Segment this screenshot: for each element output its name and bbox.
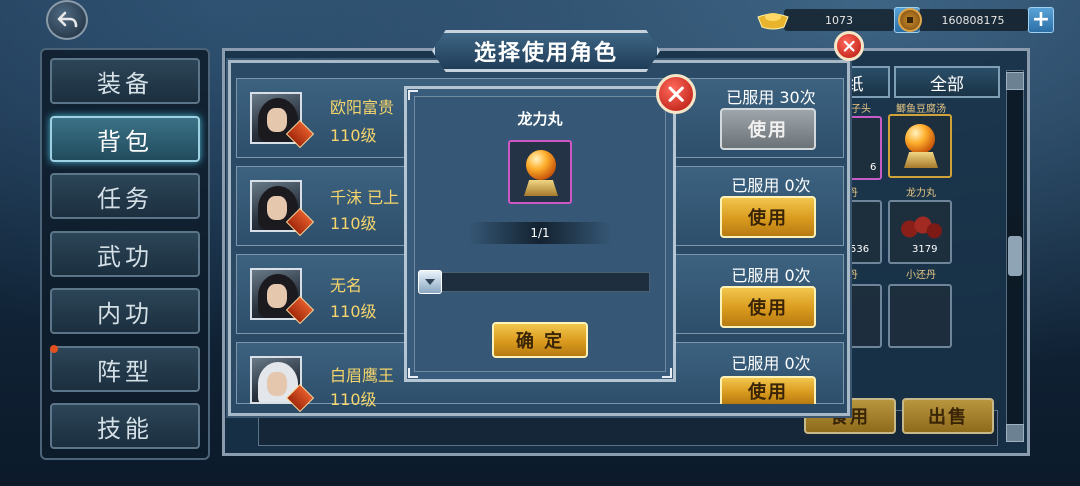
role-level: 110级 (330, 126, 377, 145)
ingot-currency: 1073 + (756, 6, 920, 34)
frame-corner (408, 90, 418, 100)
role-used-count: 已服用 0次 (731, 176, 811, 195)
menu-item-equipment[interactable]: 装备 (50, 58, 200, 104)
dialog-title: 选择使用角色 (473, 41, 618, 66)
use-button[interactable]: 使用 (720, 196, 816, 238)
red-pills-icon (901, 216, 942, 239)
role-name: 无名 (330, 276, 363, 295)
quantity-slider-track[interactable] (418, 272, 650, 292)
item-name: 龙力丸 (517, 110, 563, 128)
add-coin-button[interactable]: + (1028, 7, 1054, 33)
pill-stand (904, 152, 938, 168)
menu-item-inner-power[interactable]: 内功 (50, 288, 200, 334)
role-used-count: 已服用 0次 (731, 266, 811, 285)
frame-corner (408, 368, 418, 378)
role-level: 110级 (330, 214, 377, 233)
use-button[interactable]: 使用 (720, 286, 816, 328)
role-used-count: 已服用 0次 (731, 354, 811, 373)
notification-dot (50, 345, 58, 353)
sell-button[interactable]: 出售 (902, 398, 994, 434)
coin-currency: 160808175 + (898, 6, 1054, 34)
inventory-slot[interactable]: 3179 (888, 200, 952, 264)
ingot-amount: 1073 (784, 9, 894, 31)
use-button-disabled[interactable]: 使用 (720, 108, 816, 150)
role-name: 欧阳富贵 (330, 98, 395, 117)
use-button[interactable]: 使用 (720, 376, 816, 404)
close-icon (668, 86, 684, 102)
menu-item-skills[interactable]: 技能 (50, 403, 200, 449)
inventory-item-label: 小还丹 (906, 270, 936, 281)
scroll-down-button[interactable] (1006, 424, 1024, 442)
item-icon-frame (508, 140, 572, 204)
scroll-up-button[interactable] (1006, 72, 1024, 90)
menu-item-bag[interactable]: 背包 (50, 116, 200, 162)
menu-item-quest[interactable]: 任务 (50, 173, 200, 219)
copper-coin-icon (898, 8, 922, 32)
inventory-item-count: 3179 (912, 244, 938, 255)
role-name: 千沫 已上 (330, 188, 400, 207)
inventory-slot[interactable] (888, 284, 952, 348)
role-name: 白眉鹰王 (330, 366, 395, 385)
close-icon (843, 40, 855, 52)
frame-corner (662, 368, 672, 378)
menu-item-formation[interactable]: 阵型 (50, 346, 200, 392)
close-dialog-button[interactable] (834, 31, 864, 61)
inventory-item-count: 6 (870, 162, 877, 173)
dragon-pill-icon (905, 124, 935, 154)
close-popup-button[interactable] (656, 74, 696, 114)
inventory-item-count: 536 (850, 244, 870, 255)
back-arrow-icon (57, 11, 78, 28)
confirm-button[interactable]: 确 定 (492, 322, 588, 358)
gold-ingot-icon (757, 13, 789, 30)
role-level: 110级 (330, 302, 377, 321)
dragon-pill-icon (526, 150, 556, 180)
slider-chevron-icon (425, 279, 435, 285)
role-level: 110级 (330, 390, 377, 409)
inventory-slot-selected[interactable] (888, 114, 952, 178)
quantity-slider-handle[interactable] (418, 270, 442, 294)
role-used-count: 已服用 30次 (726, 88, 816, 107)
back-button[interactable] (46, 0, 88, 40)
inventory-item-label: 鲫鱼豆腐汤 (896, 104, 946, 115)
item-quantity: 1/1 (468, 222, 612, 244)
coin-amount: 160808175 (918, 9, 1028, 31)
inventory-item-label: 龙力丸 (906, 188, 936, 199)
menu-item-martial-arts[interactable]: 武功 (50, 231, 200, 277)
pill-stand (524, 180, 558, 196)
scroll-thumb[interactable] (1008, 236, 1022, 276)
tab-all[interactable]: 全部 (894, 66, 1000, 98)
